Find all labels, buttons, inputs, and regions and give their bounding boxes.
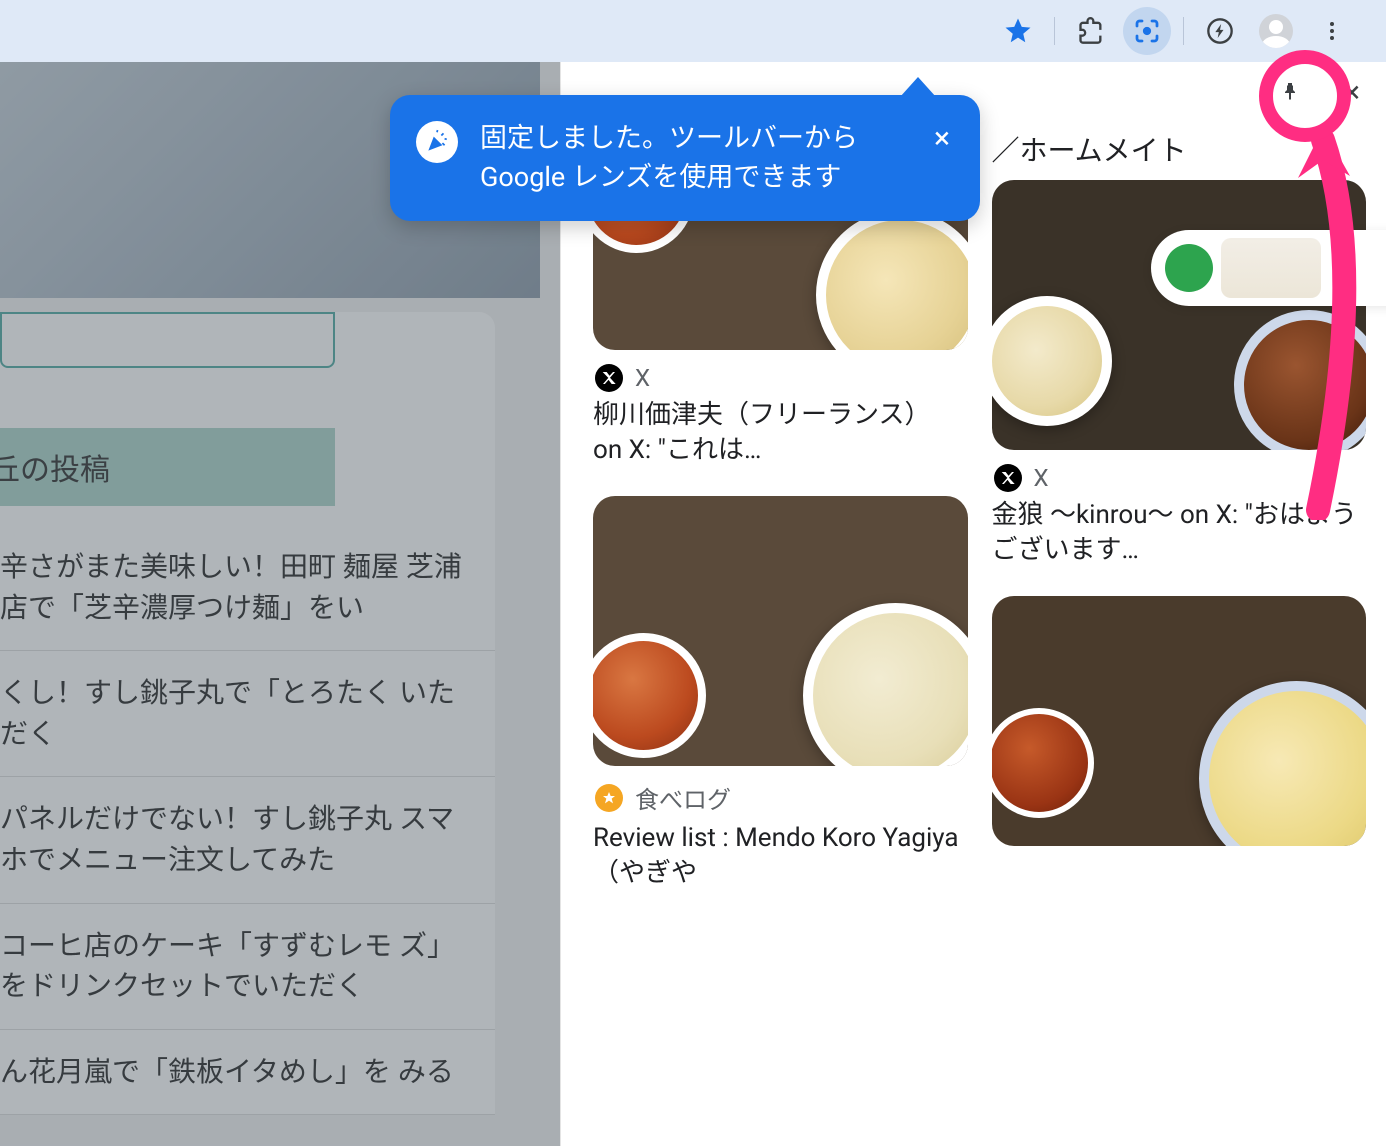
result-title: 柳川価津夫（フリーランス） on X: "これは…	[593, 398, 968, 468]
toast-message: 固定しました。ツールバーから Google レンズを使用できます	[480, 119, 908, 197]
bookmark-star-button[interactable]	[994, 7, 1042, 55]
result-title: Review list : Mendo Koro Yagiya （やぎや	[593, 821, 968, 891]
result-title: ／ホームメイト	[992, 132, 1367, 170]
result-image	[992, 596, 1367, 846]
close-icon: ×	[934, 121, 950, 156]
toast-close-button[interactable]: ×	[930, 119, 954, 158]
profile-button[interactable]	[1252, 7, 1300, 55]
extensions-icon	[1077, 17, 1105, 45]
menu-dots-icon	[1320, 19, 1344, 43]
main-area: 丘の投稿 辛さがまた美味しい！田町 麺屋 芝浦店で「芝辛濃厚つけ麺」をい くし！…	[0, 62, 1386, 1146]
toolbar-separator	[1183, 17, 1184, 45]
lens-search-pill[interactable]	[1151, 230, 1386, 306]
result-source-label: 食べログ	[635, 780, 731, 815]
tabelog-source-icon	[595, 784, 623, 812]
result-title: 金狼 〜kinrou〜 on X: "おはようございます…	[992, 498, 1367, 568]
browser-toolbar	[0, 0, 1386, 62]
star-icon	[1003, 16, 1033, 46]
lens-side-panel: ×	[560, 62, 1386, 1146]
pinned-toast: 固定しました。ツールバーから Google レンズを使用できます ×	[390, 95, 980, 221]
extensions-button[interactable]	[1067, 7, 1115, 55]
result-image	[992, 180, 1367, 450]
pill-thumbnail	[1221, 238, 1321, 298]
result-card[interactable]	[992, 596, 1367, 846]
result-image	[593, 496, 968, 766]
assist-button[interactable]	[1196, 7, 1244, 55]
profile-avatar-icon	[1259, 14, 1293, 48]
pill-source-icon	[1165, 244, 1213, 292]
lens-icon	[1132, 16, 1162, 46]
pin-panel-button[interactable]	[1274, 76, 1306, 108]
results-column-1: X 柳川価津夫（フリーランス） on X: "これは… 食べログ	[593, 130, 968, 919]
dim-overlay	[0, 62, 560, 1146]
close-icon: ×	[1344, 75, 1360, 110]
circle-bolt-icon	[1206, 17, 1234, 45]
x-source-icon	[595, 364, 623, 392]
x-source-icon	[994, 464, 1022, 492]
result-card[interactable]: ／ホームメイト	[992, 130, 1367, 170]
result-source-label: X	[635, 364, 650, 392]
result-source-label: X	[1034, 464, 1049, 492]
result-card[interactable]: 食べログ Review list : Mendo Koro Yagiya （やぎ…	[593, 496, 968, 891]
close-panel-button[interactable]: ×	[1336, 76, 1368, 108]
pin-icon	[1278, 80, 1302, 104]
page-content-dimmed: 丘の投稿 辛さがまた美味しい！田町 麺屋 芝浦店で「芝辛濃厚つけ麺」をい くし！…	[0, 62, 560, 1146]
confetti-icon	[416, 121, 458, 163]
toolbar-separator	[1054, 17, 1055, 45]
browser-menu-button[interactable]	[1308, 7, 1356, 55]
google-lens-button[interactable]	[1123, 7, 1171, 55]
